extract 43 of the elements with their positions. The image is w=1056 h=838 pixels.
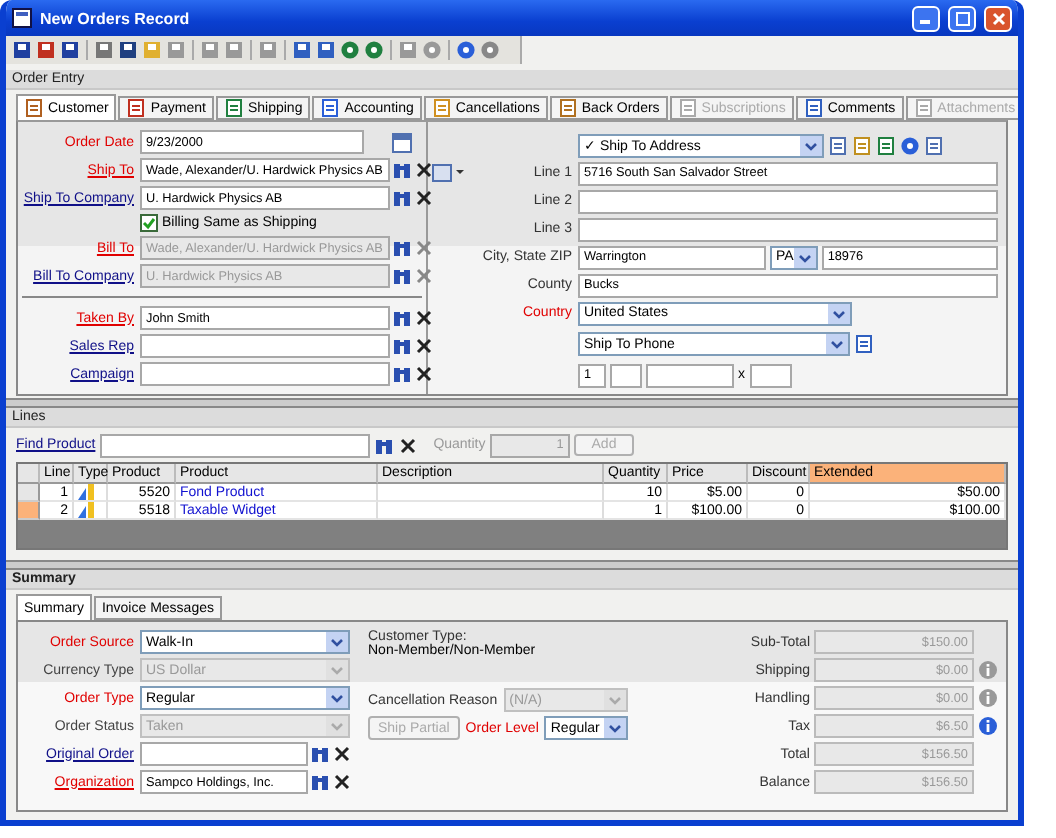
checkbox[interactable]	[140, 214, 158, 233]
close-icon	[991, 11, 1005, 25]
clear-icon[interactable]	[414, 308, 434, 328]
page-icon[interactable]	[126, 98, 147, 118]
lookup-field[interactable]	[140, 742, 308, 766]
page-icon[interactable]	[320, 98, 341, 118]
minimize-button[interactable]	[912, 5, 940, 31]
caret-icon[interactable]	[800, 135, 822, 155]
clear-icon[interactable]	[397, 435, 418, 455]
caret-icon[interactable]	[828, 303, 850, 323]
clear-icon[interactable]	[332, 744, 352, 764]
caret-icon[interactable]	[826, 334, 848, 354]
clear-icon[interactable]	[332, 772, 352, 792]
caret-icon[interactable]	[793, 247, 816, 267]
page-icon[interactable]	[557, 98, 578, 118]
page-icon[interactable]	[803, 98, 824, 118]
card-menu-icon[interactable]	[432, 164, 464, 182]
save-icon[interactable]	[12, 40, 32, 60]
window-title: New Orders Record	[40, 9, 192, 27]
caret-icon[interactable]	[326, 688, 348, 708]
text-field[interactable]	[646, 363, 734, 387]
page-icon[interactable]	[223, 98, 244, 118]
maximize-icon	[955, 11, 969, 25]
clear-icon[interactable]	[414, 336, 434, 356]
clear-icon[interactable]	[414, 364, 434, 384]
lookup-field[interactable]	[140, 334, 390, 358]
lookup-field[interactable]	[140, 362, 390, 386]
close-button[interactable]	[984, 5, 1012, 31]
calendar-icon[interactable]	[392, 131, 412, 153]
header-corner	[18, 464, 40, 484]
caret-icon[interactable]	[604, 718, 626, 738]
text-field[interactable]	[749, 363, 791, 387]
window-icon	[12, 8, 32, 28]
clear-icon[interactable]	[414, 160, 434, 180]
clear-icon[interactable]	[414, 188, 434, 208]
text-field[interactable]	[578, 217, 998, 241]
maximize-button[interactable]	[948, 5, 976, 31]
text-field[interactable]	[578, 189, 998, 213]
page-icon[interactable]	[24, 98, 44, 118]
text-field[interactable]	[99, 433, 370, 457]
text-field[interactable]	[610, 363, 642, 387]
caret-icon[interactable]	[326, 632, 348, 652]
page-icon[interactable]	[431, 98, 452, 118]
